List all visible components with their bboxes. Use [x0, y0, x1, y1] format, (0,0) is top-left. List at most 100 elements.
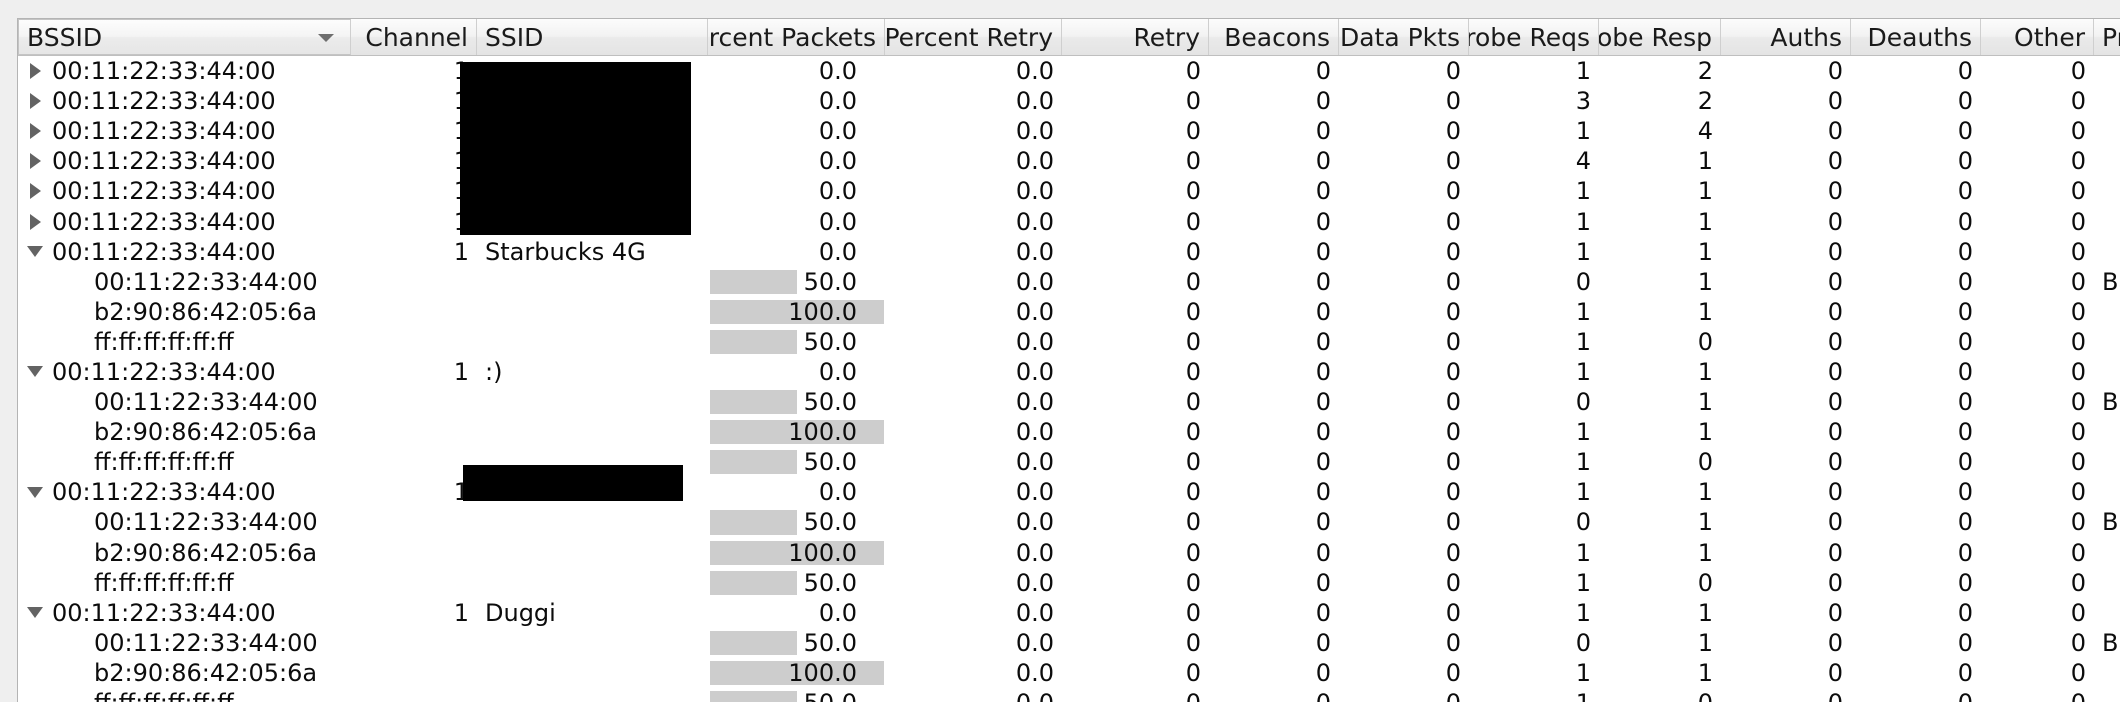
- table-row-child[interactable]: 00:11:22:33:44:00 50.0 0.0 0 0 0 0 1 0 0 0 Base sta…: [18, 507, 2120, 537]
- cell-other: 0: [1981, 206, 2094, 236]
- cell-protection: [2094, 568, 2120, 598]
- cell-value: 0: [1445, 237, 1461, 266]
- table-row-child[interactable]: 00:11:22:33:44:00 50.0 0.0 0 0 0 0 1 0 0 0 Base sta…: [18, 628, 2120, 658]
- table-row-child[interactable]: b2:90:86:42:05:6a 100.0 0.0 0 0 0 1 1 0 0 0: [18, 297, 2120, 327]
- cell-ssid: [477, 297, 708, 327]
- cell-value: 2: [1697, 57, 1713, 86]
- cell-bssid: b2:90:86:42:05:6a: [18, 297, 351, 327]
- table-row-group[interactable]: 00:11:22:33:44:00 1 0.0 0.0 0 0 0 1 4 0 0 0: [18, 116, 2120, 146]
- table-row-group[interactable]: 00:11:22:33:44:00 1 0.0 0.0 0 0 0 4 1 0 0 0: [18, 146, 2120, 176]
- cell-ssid: [477, 327, 708, 357]
- column-header-probe_resp[interactable]: Probe Resp: [1599, 19, 1721, 55]
- column-header-retry[interactable]: Retry: [1062, 19, 1209, 55]
- cell-auths: 0: [1721, 237, 1851, 267]
- table-row-group[interactable]: 00:11:22:33:44:00 1 0.0 0.0 0 0 0 1 2 0 0 0: [18, 56, 2120, 86]
- cell-percent_retry: 0.0: [885, 357, 1062, 387]
- column-header-auths[interactable]: Auths: [1721, 19, 1851, 55]
- cell-protection: [2094, 417, 2120, 447]
- table-row-group[interactable]: 00:11:22:33:44:00 1 Starbucks 4G 0.0 0.0 0 0 0 1…: [18, 237, 2120, 267]
- cell-data_pkts: 0: [1339, 146, 1469, 176]
- cell-value: 0: [2070, 297, 2086, 326]
- cell-percent_retry: 0.0: [885, 116, 1062, 146]
- column-header-data_pkts[interactable]: Data Pkts: [1339, 19, 1469, 55]
- cell-auths: 0: [1721, 507, 1851, 537]
- cell-value: 0: [1827, 418, 1843, 447]
- column-header-deauths[interactable]: Deauths: [1851, 19, 1981, 55]
- chevron-down-icon[interactable]: [18, 246, 52, 258]
- cell-value: 0: [1315, 628, 1331, 657]
- table-row-group[interactable]: 00:11:22:33:44:00 1:) 0.0 0.0 0 0 0 1 1 0 0 0: [18, 357, 2120, 387]
- cell-percent_packets: 100.0: [708, 417, 885, 447]
- column-header-protection[interactable]: Protection: [2094, 19, 2120, 55]
- cell-value: 0: [1185, 297, 1201, 326]
- table-row-child[interactable]: 00:11:22:33:44:00 50.0 0.0 0 0 0 0 1 0 0 0 Base sta…: [18, 387, 2120, 417]
- cell-data_pkts: 0: [1339, 206, 1469, 236]
- column-header-other[interactable]: Other: [1981, 19, 2094, 55]
- cell-probe_resp: 1: [1599, 297, 1721, 327]
- cell-retry: 0: [1062, 116, 1209, 146]
- cell-data_pkts: 0: [1339, 477, 1469, 507]
- cell-deauths: 0: [1851, 507, 1981, 537]
- table-row-child[interactable]: ff:ff:ff:ff:ff:ff 50.0 0.0 0 0 0 1 0 0 0 0: [18, 327, 2120, 357]
- chevron-down-icon[interactable]: [18, 607, 52, 619]
- chevron-right-icon[interactable]: [18, 213, 52, 230]
- cell-value: 0: [1827, 327, 1843, 356]
- chevron-down-icon[interactable]: [318, 34, 334, 42]
- column-header-probe_reqs[interactable]: Probe Reqs: [1469, 19, 1599, 55]
- cell-bssid: 00:11:22:33:44:00: [18, 628, 351, 658]
- percent-packets-value: 0.0: [818, 177, 857, 206]
- chevron-right-icon[interactable]: [18, 153, 52, 170]
- cell-value: 0: [1697, 448, 1713, 477]
- table-row-group[interactable]: 00:11:22:33:44:00 1 0.0 0.0 0 0 0 3 2 0 0 0: [18, 86, 2120, 116]
- cell-value: 0.0: [1015, 147, 1054, 176]
- cell-protection: [2094, 598, 2120, 628]
- chevron-down-icon[interactable]: [18, 486, 52, 498]
- table-row-child[interactable]: ff:ff:ff:ff:ff:ff 50.0 0.0 0 0 0 1 0 0 0 0: [18, 447, 2120, 477]
- chevron-down-icon[interactable]: [18, 366, 52, 378]
- column-header-beacons[interactable]: Beacons: [1209, 19, 1339, 55]
- table-row-child[interactable]: b2:90:86:42:05:6a 100.0 0.0 0 0 0 1 1 0 0 0: [18, 538, 2120, 568]
- table-row-group[interactable]: 00:11:22:33:44:00 1 0.0 0.0 0 0 0 1 1 0 0 0: [18, 477, 2120, 507]
- cell-channel: [351, 658, 477, 688]
- table-row-group[interactable]: 00:11:22:33:44:00 1 0.0 0.0 0 0 0 1 1 0 0 0: [18, 206, 2120, 236]
- column-header-percent_packets[interactable]: Percent Packets: [708, 19, 885, 55]
- column-header-bssid[interactable]: BSSID: [18, 19, 351, 55]
- cell-beacons: 0: [1209, 206, 1339, 236]
- table-row-child[interactable]: 00:11:22:33:44:00 50.0 0.0 0 0 0 0 1 0 0 0 Base sta…: [18, 267, 2120, 297]
- cell-channel: [351, 387, 477, 417]
- chevron-right-icon[interactable]: [18, 123, 52, 140]
- bssid-label: b2:90:86:42:05:6a: [94, 538, 318, 567]
- cell-auths: 0: [1721, 538, 1851, 568]
- cell-value: 0: [2070, 357, 2086, 386]
- cell-auths: 0: [1721, 598, 1851, 628]
- bssid-label: 00:11:22:33:44:00: [52, 117, 276, 146]
- percent-packets-value: 50.0: [803, 568, 857, 597]
- cell-protection: [2094, 538, 2120, 568]
- cell-value: 0: [1575, 267, 1591, 296]
- cell-value: 0: [1957, 478, 1973, 507]
- cell-value: Base station: [2102, 388, 2120, 417]
- cell-percent_packets: 50.0: [708, 628, 885, 658]
- table-row-child[interactable]: b2:90:86:42:05:6a 100.0 0.0 0 0 0 1 1 0 0 0: [18, 658, 2120, 688]
- table-row-group[interactable]: 00:11:22:33:44:00 1 0.0 0.0 0 0 0 1 1 0 0 0: [18, 176, 2120, 206]
- table-row-child[interactable]: ff:ff:ff:ff:ff:ff 50.0 0.0 0 0 0 1 0 0 0 0: [18, 568, 2120, 598]
- chevron-right-icon[interactable]: [18, 93, 52, 110]
- cell-probe_reqs: 1: [1469, 357, 1599, 387]
- column-header-channel[interactable]: Channel: [351, 19, 477, 55]
- chevron-right-icon[interactable]: [18, 63, 52, 80]
- table-row-child[interactable]: ff:ff:ff:ff:ff:ff 50.0 0.0 0 0 0 1 0 0 0 0: [18, 688, 2120, 702]
- column-header-label: BSSID: [27, 22, 103, 52]
- cell-channel: [351, 327, 477, 357]
- cell-data_pkts: 0: [1339, 628, 1469, 658]
- table-row-child[interactable]: b2:90:86:42:05:6a 100.0 0.0 0 0 0 1 1 0 0 0: [18, 417, 2120, 447]
- chevron-right-icon[interactable]: [18, 183, 52, 200]
- table-row-group[interactable]: 00:11:22:33:44:00 1 Duggi 0.0 0.0 0 0 0 1 1 0 0 0: [18, 598, 2120, 628]
- cell-value: 0: [1827, 538, 1843, 567]
- column-header-percent_retry[interactable]: Percent Retry: [885, 19, 1062, 55]
- cell-value: 0: [1185, 87, 1201, 116]
- cell-percent_packets: 50.0: [708, 327, 885, 357]
- cell-protection: [2094, 237, 2120, 267]
- cell-beacons: 0: [1209, 297, 1339, 327]
- cell-value: 0: [1957, 598, 1973, 627]
- column-header-ssid[interactable]: SSID: [477, 19, 708, 55]
